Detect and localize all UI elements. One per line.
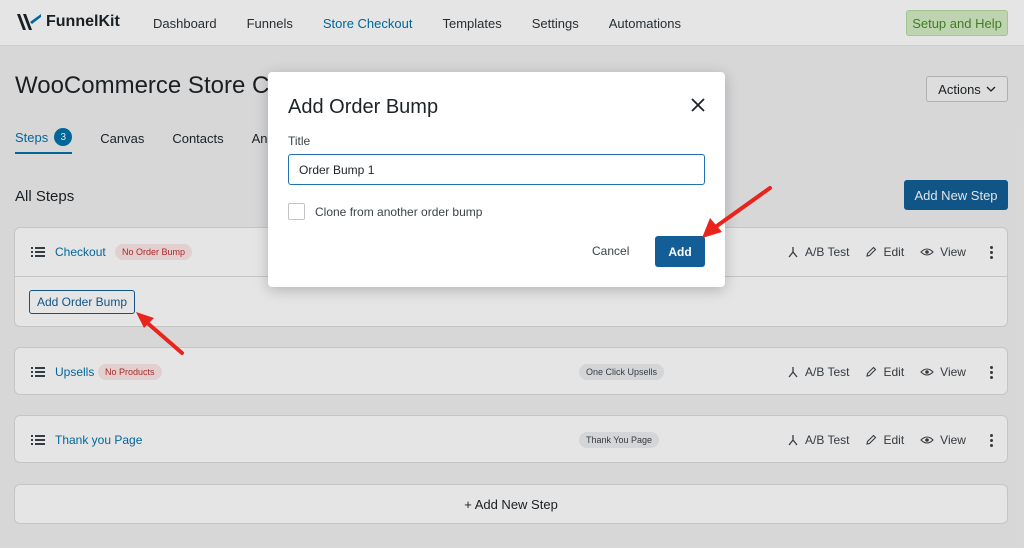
title-field-label: Title: [288, 134, 311, 148]
annotation-arrow-icon: [702, 186, 772, 238]
cancel-button[interactable]: Cancel: [592, 244, 629, 258]
title-input[interactable]: [288, 154, 705, 185]
add-order-bump-modal: Add Order Bump Title Clone from another …: [268, 72, 725, 287]
clone-checkbox-label: Clone from another order bump: [315, 204, 483, 219]
clone-checkbox[interactable]: [288, 203, 305, 220]
clone-option[interactable]: Clone from another order bump: [288, 203, 482, 220]
modal-title: Add Order Bump: [288, 96, 439, 118]
close-icon[interactable]: [690, 97, 706, 113]
annotation-arrow-icon: [136, 312, 184, 355]
